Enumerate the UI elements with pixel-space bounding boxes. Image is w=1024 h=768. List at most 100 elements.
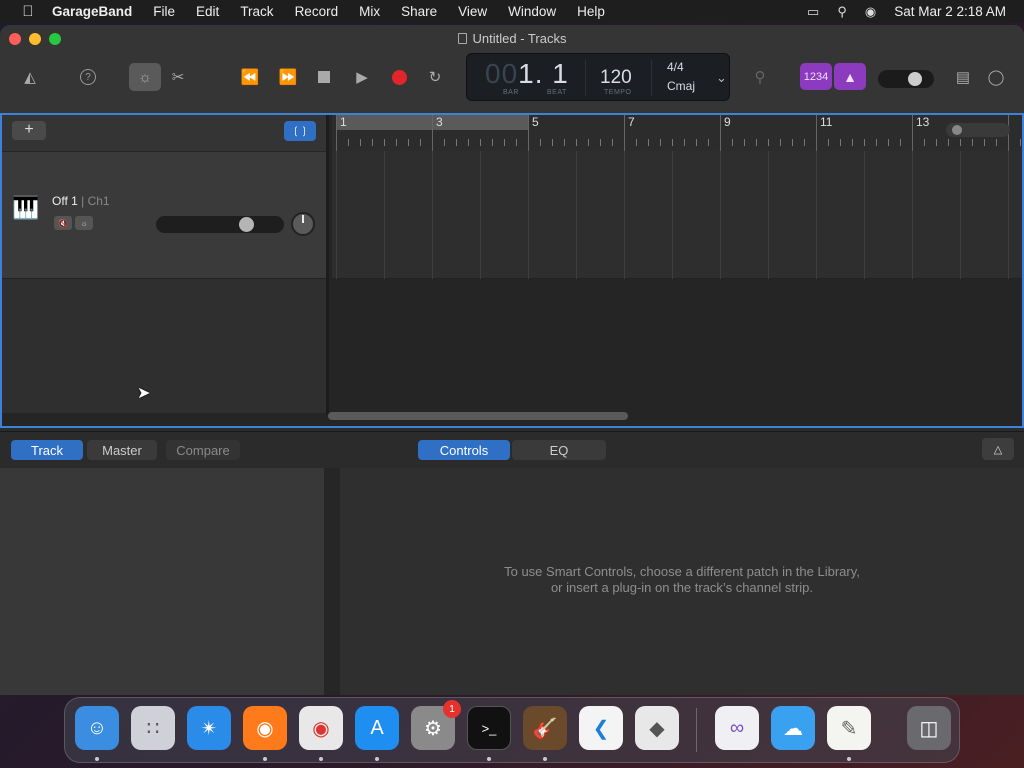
- control-center-icon[interactable]: ◉: [865, 4, 876, 20]
- rewind-icon: ⏪: [240, 69, 260, 86]
- track-name[interactable]: Off 1: [52, 194, 78, 208]
- dock-launchpad[interactable]: ∷: [131, 706, 175, 750]
- spotlight-search-icon[interactable]: ⚲: [837, 4, 847, 20]
- dock-vscode[interactable]: ❮: [579, 706, 623, 750]
- menu-file[interactable]: File: [153, 4, 175, 19]
- lcd-position: 001. 1: [485, 58, 569, 89]
- dock-textedit[interactable]: ✎: [827, 706, 871, 750]
- solo-button[interactable]: ☼: [75, 216, 93, 230]
- menu-share[interactable]: Share: [401, 4, 437, 19]
- terminal-icon: >_: [481, 720, 497, 736]
- ruler-bar-13: 13: [916, 115, 930, 129]
- editors-button[interactable]: ✂: [168, 63, 188, 91]
- track-volume-knob[interactable]: [239, 217, 254, 232]
- notepad-button[interactable]: ▤: [952, 63, 974, 91]
- zoom-slider-knob[interactable]: [952, 125, 962, 135]
- screen-mirroring-icon[interactable]: ▭: [807, 4, 819, 20]
- dock-trash[interactable]: ◫: [907, 706, 951, 750]
- record-button[interactable]: [387, 63, 411, 91]
- dock-chrome[interactable]: ◉: [299, 706, 343, 750]
- ruler[interactable]: 1 3 5 7 9 11 13: [332, 115, 1022, 151]
- count-in-button[interactable]: 1234: [800, 63, 832, 90]
- menu-window[interactable]: Window: [508, 4, 556, 19]
- menu-help[interactable]: Help: [577, 4, 605, 19]
- library-button[interactable]: ◭: [16, 63, 44, 91]
- tuning-fork-icon: ⚲: [754, 69, 766, 86]
- menu-track[interactable]: Track: [240, 4, 273, 19]
- catch-playhead-button[interactable]: ❲❳: [284, 121, 316, 141]
- smart-controls-message: To use Smart Controls, choose a differen…: [504, 564, 860, 595]
- master-volume-knob[interactable]: [908, 72, 922, 86]
- tuner-button[interactable]: ⚲: [748, 63, 772, 91]
- add-track-button[interactable]: +: [12, 121, 46, 140]
- stop-button[interactable]: [312, 63, 336, 91]
- menu-bar:  GarageBand File Edit Track Record Mix …: [0, 0, 1024, 23]
- lcd-time-signature[interactable]: 4/4: [667, 60, 684, 74]
- track-channel: | Ch1: [81, 194, 110, 208]
- tab-track[interactable]: Track: [11, 440, 83, 460]
- lcd-key[interactable]: Cmaj: [667, 79, 695, 93]
- loop-browser-button[interactable]: ◯: [984, 63, 1008, 91]
- safari-icon: ✴: [200, 717, 218, 740]
- menu-record[interactable]: Record: [295, 4, 339, 19]
- horizontal-scrollbar[interactable]: [328, 412, 628, 420]
- ruler-bar-5: 5: [532, 115, 539, 129]
- apple-menu-icon[interactable]: : [18, 3, 38, 20]
- menu-app-name[interactable]: GarageBand: [52, 4, 132, 19]
- smart-controls-sidebar: [0, 468, 324, 695]
- dock-finder[interactable]: ☺: [75, 706, 119, 750]
- dock-visual-studio[interactable]: ∞: [715, 706, 759, 750]
- zoom-slider[interactable]: [946, 123, 1010, 137]
- settings-gear-icon: ⚙: [424, 717, 442, 740]
- playhead-icon: ❲❳: [291, 125, 309, 137]
- track-lane[interactable]: [332, 151, 1022, 279]
- tab-compare[interactable]: Compare: [166, 440, 240, 460]
- quick-help-button[interactable]: ?: [76, 63, 100, 91]
- smart-controls-button[interactable]: ☼: [129, 63, 161, 91]
- lcd-dropdown-icon[interactable]: ⌄: [716, 70, 727, 86]
- smart-controls-inspector-button[interactable]: △: [982, 438, 1014, 460]
- cycle-button[interactable]: ↻: [423, 63, 447, 91]
- visual-studio-icon: ∞: [729, 716, 745, 739]
- dock-weather[interactable]: ☁: [771, 706, 815, 750]
- dock: ☺ ∷ ✴ ◉ ◉ A ⚙ 1 >_ 🎸 ❮ ◆ ∞ ☁ ✎ ◫: [64, 697, 960, 763]
- track-pan-knob[interactable]: [291, 212, 315, 236]
- tab-eq[interactable]: EQ: [512, 440, 606, 460]
- track-volume-slider[interactable]: [156, 216, 284, 233]
- metronome-icon: ▲: [843, 68, 857, 85]
- master-volume-slider[interactable]: [878, 70, 934, 88]
- dock-roblox[interactable]: ◆: [635, 706, 679, 750]
- dock-system-settings[interactable]: ⚙ 1: [411, 700, 461, 750]
- rewind-button[interactable]: ⏪: [236, 63, 264, 91]
- ruler-bar-11: 11: [820, 115, 833, 129]
- smart-controls-bar: Track Master Compare Controls EQ △: [0, 431, 1024, 467]
- menu-view[interactable]: View: [458, 4, 487, 19]
- menu-edit[interactable]: Edit: [196, 4, 219, 19]
- dock-safari[interactable]: ✴: [187, 706, 231, 750]
- empty-track-area[interactable]: [2, 279, 326, 413]
- lcd-bar-label: BAR: [503, 89, 519, 96]
- ruler-bar-3: 3: [436, 115, 443, 129]
- notepad-icon: ▤: [955, 69, 971, 86]
- tab-master[interactable]: Master: [87, 440, 157, 460]
- dock-app-store[interactable]: A: [355, 706, 399, 750]
- track-header[interactable]: [2, 151, 326, 279]
- dock-terminal[interactable]: >_: [467, 706, 511, 750]
- dock-garageband[interactable]: 🎸: [523, 706, 567, 750]
- lcd-tempo[interactable]: 120: [600, 67, 632, 89]
- play-button[interactable]: ▶: [350, 63, 374, 91]
- metronome-button[interactable]: ▲: [834, 63, 866, 90]
- garageband-window: Untitled - Tracks ◭ ? ☼ ✂ ⏪ ⏩ ▶ ↻ 001. 1…: [0, 25, 1024, 695]
- menu-clock[interactable]: Sat Mar 2 2:18 AM: [894, 4, 1006, 19]
- mute-button[interactable]: 🔇: [54, 216, 72, 230]
- lcd-display[interactable]: 001. 1 BAR BEAT 120 TEMPO 4/4 Cmaj ⌄: [466, 53, 730, 101]
- loop-icon: ◯: [987, 69, 1005, 86]
- piano-icon: 🎹: [12, 195, 40, 220]
- menu-mix[interactable]: Mix: [359, 4, 380, 19]
- tab-controls[interactable]: Controls: [418, 440, 510, 460]
- weather-icon: ☁: [783, 717, 803, 740]
- launchpad-icon: ∷: [146, 717, 160, 740]
- dock-firefox[interactable]: ◉: [243, 706, 287, 750]
- chrome-icon: ◉: [312, 717, 330, 740]
- fast-forward-button[interactable]: ⏩: [274, 63, 302, 91]
